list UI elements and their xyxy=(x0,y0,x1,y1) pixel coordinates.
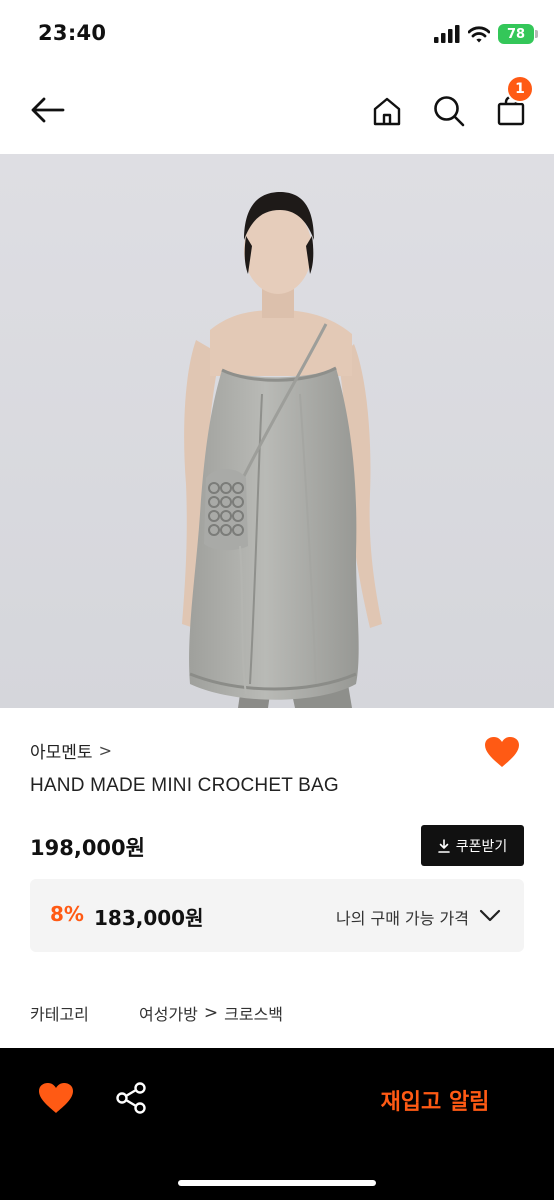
signal-icon xyxy=(434,25,460,43)
product-name: HAND MADE MINI CROCHET BAG xyxy=(30,775,339,796)
battery-level: 78 xyxy=(506,26,526,42)
heart-icon xyxy=(485,737,519,767)
category-row: 카테고리 여성가방 > 크로스백 xyxy=(30,1001,283,1025)
cart-badge: 1 xyxy=(506,75,534,103)
sale-price: 183,000원 xyxy=(94,906,204,930)
chevron-right-icon: > xyxy=(203,1003,219,1023)
back-button[interactable] xyxy=(22,88,72,132)
heart-icon xyxy=(39,1083,73,1113)
status-time: 23:40 xyxy=(38,21,107,45)
share-icon xyxy=(116,1082,146,1114)
nav-bar: 1 xyxy=(0,68,554,154)
search-icon xyxy=(434,96,465,127)
chevron-down-icon xyxy=(479,909,501,922)
bottom-wishlist-button[interactable] xyxy=(38,1082,76,1118)
home-indicator xyxy=(178,1180,376,1186)
buyable-price-box[interactable]: 8% 183,000원 나의 구매 가능 가격 xyxy=(30,879,524,952)
chevron-right-icon: > xyxy=(98,741,112,760)
restock-alert-button[interactable]: 재입고 알림 xyxy=(360,1083,510,1117)
brand-link[interactable]: 아모멘토 > xyxy=(30,738,112,763)
product-photo xyxy=(0,154,554,708)
product-image[interactable] xyxy=(0,154,554,708)
category-label: 카테고리 xyxy=(30,1005,89,1024)
bottom-action-bar: 재입고 알림 xyxy=(0,1048,554,1200)
wifi-icon xyxy=(468,25,490,42)
category-link-crossbody[interactable]: 크로스백 xyxy=(224,1001,283,1025)
category-link-women-bags[interactable]: 여성가방 xyxy=(139,1001,198,1025)
home-icon xyxy=(373,97,401,126)
status-icons: 78 xyxy=(434,22,538,46)
download-icon xyxy=(437,838,450,853)
coupon-button[interactable]: 쿠폰받기 xyxy=(421,825,524,866)
original-price: 198,000원 xyxy=(30,836,145,860)
back-arrow-icon xyxy=(31,97,65,123)
battery-icon: 78 xyxy=(498,24,538,44)
wishlist-button[interactable] xyxy=(484,736,524,772)
status-bar: 23:40 78 xyxy=(0,0,554,68)
coupon-label: 쿠폰받기 xyxy=(455,838,508,855)
share-button[interactable] xyxy=(114,1081,152,1119)
discount-rate: 8% xyxy=(50,902,84,926)
brand-name: 아모멘토 xyxy=(30,743,93,763)
home-button[interactable] xyxy=(364,88,410,134)
buyable-price-label: 나의 구매 가능 가격 xyxy=(335,909,469,928)
search-button[interactable] xyxy=(426,88,472,134)
